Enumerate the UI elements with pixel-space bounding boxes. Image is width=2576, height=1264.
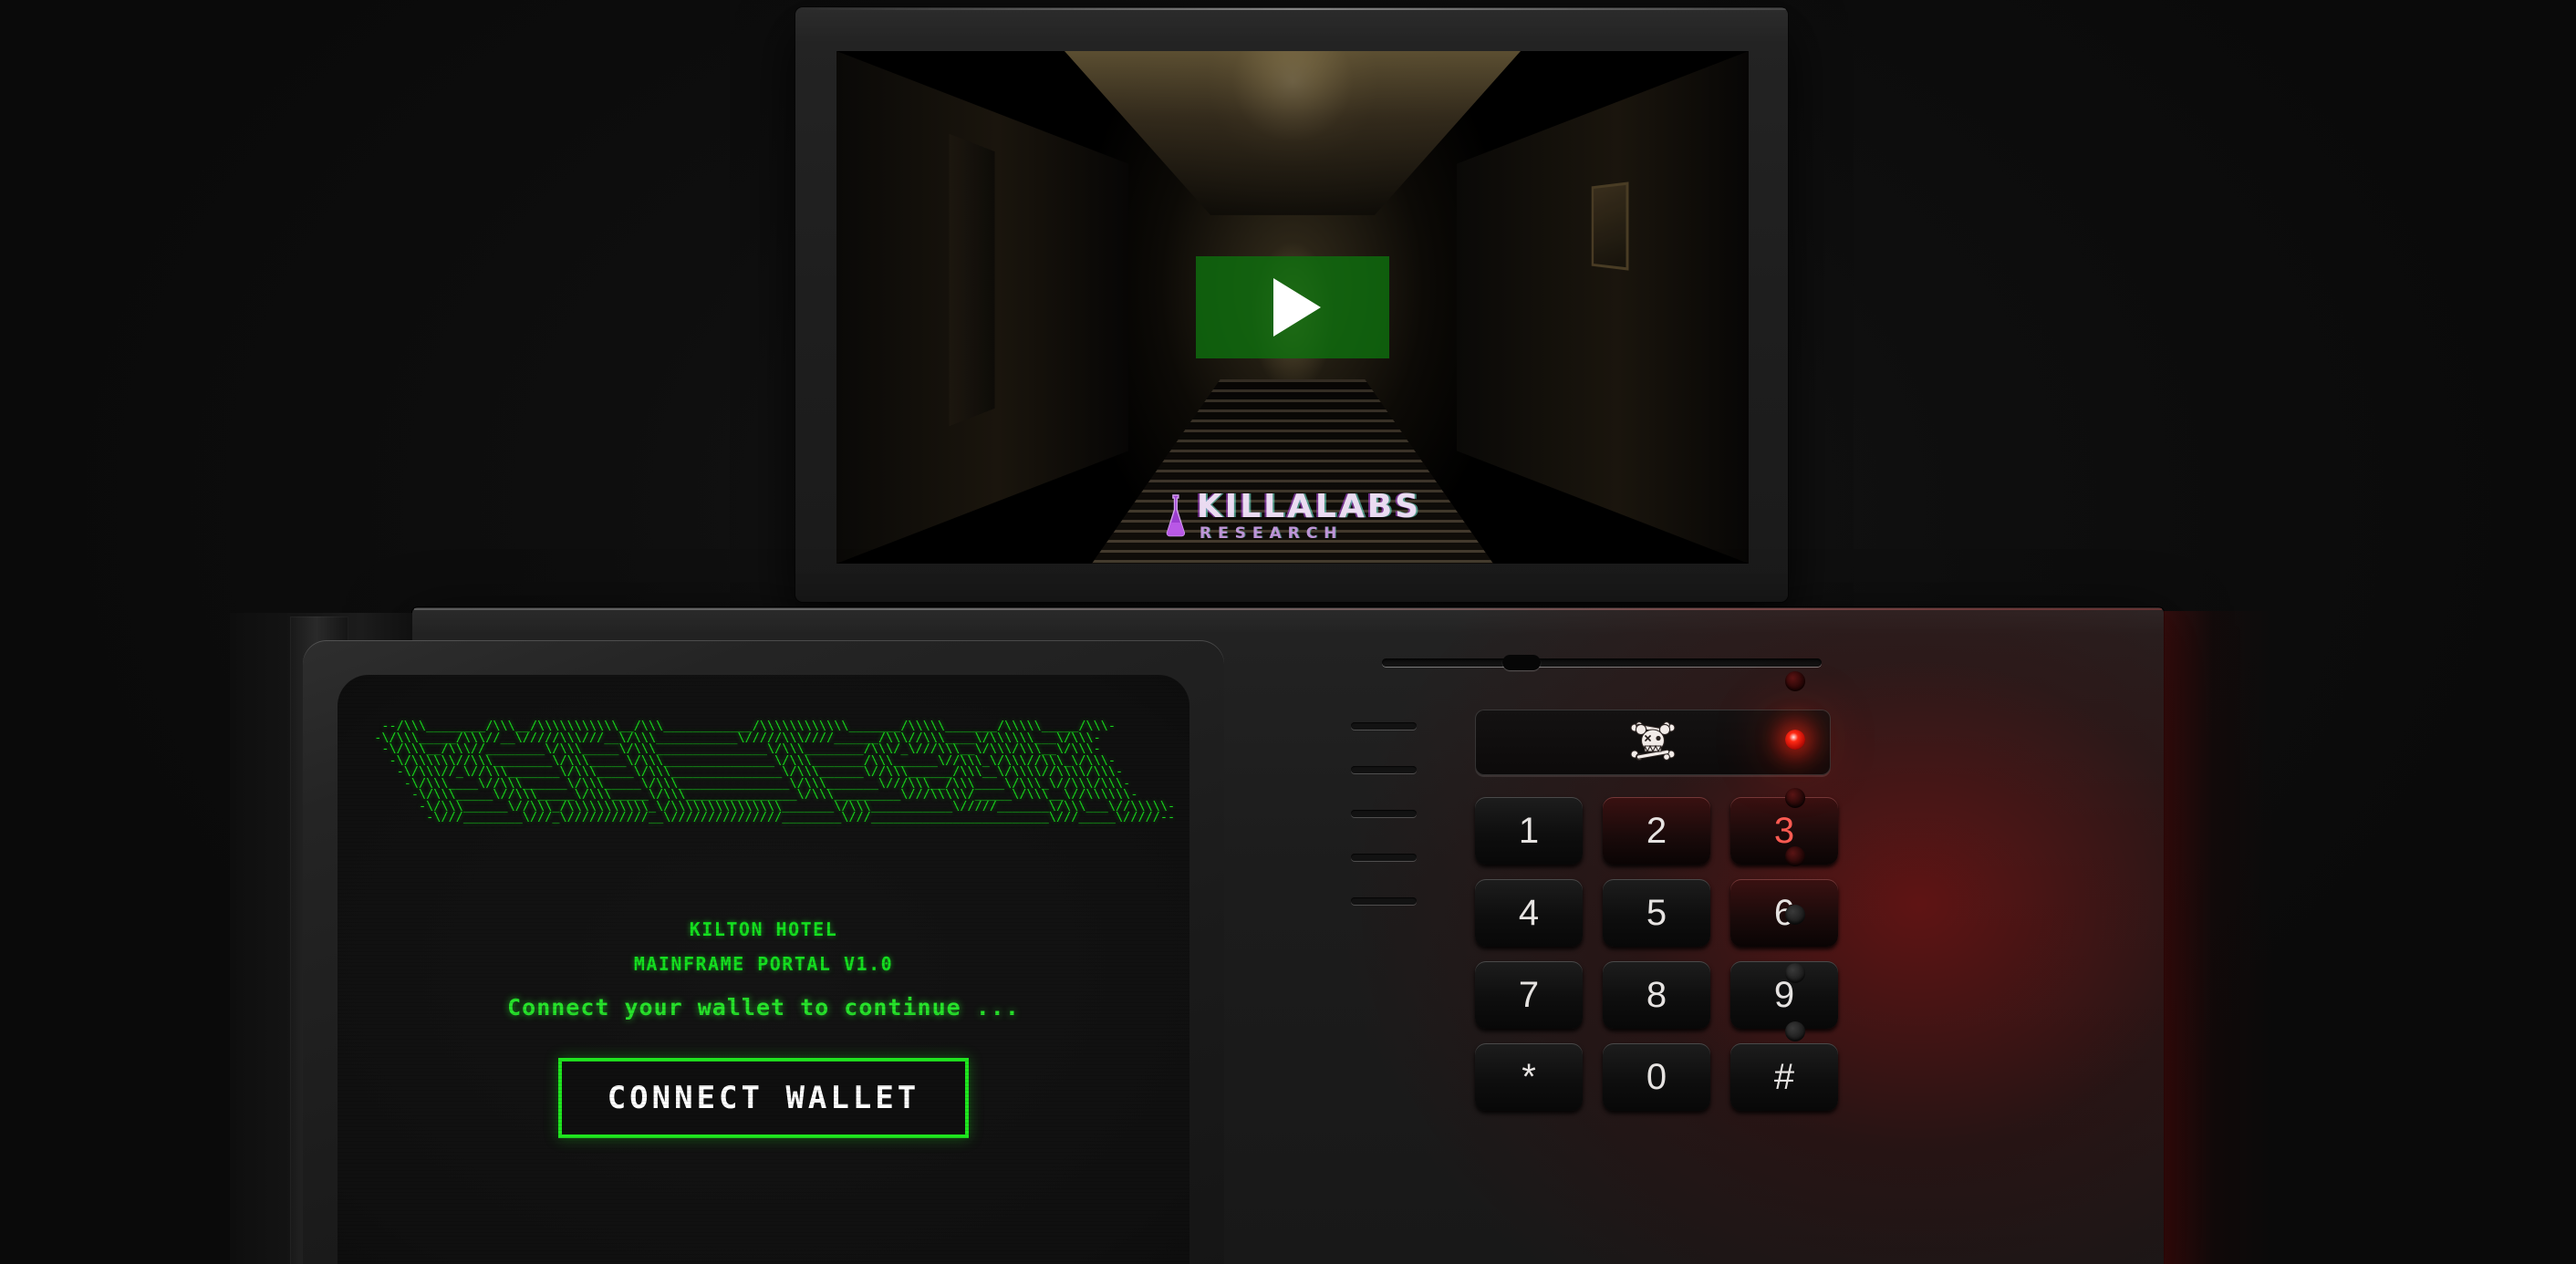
hallway-ceiling — [1065, 51, 1521, 215]
terminal-line-hotel-name: KILTON HOTEL — [689, 918, 838, 940]
killalabs-text: KILLALABS RESEARCH — [1197, 491, 1421, 542]
console-rail-right-glow — [2164, 611, 2273, 1264]
led-indicator-6 — [1785, 963, 1805, 983]
skull-crossbones-icon — [1630, 721, 1676, 761]
led-indicator-column — [1785, 671, 1805, 1041]
killalabs-watermark: KILLALABS RESEARCH — [1164, 491, 1421, 542]
keypad-display — [1475, 710, 1831, 775]
keypad-key-hash[interactable]: # — [1730, 1043, 1838, 1111]
side-dash-marks — [1351, 722, 1417, 905]
ascii-art-banner: --/\\\________/\\\__/\\\\\\\\\\\__/\\\__… — [374, 719, 1176, 824]
killalabs-main-label: KILLALABS — [1196, 488, 1422, 525]
terminal-line-portal-version: MAINFRAME PORTAL V1.0 — [633, 953, 894, 975]
hallway-door — [949, 133, 995, 427]
terminal-system-lines: KILTON HOTEL MAINFRAME PORTAL V1.0 — [338, 912, 1189, 981]
flask-icon — [1164, 493, 1188, 539]
keypad-key-2[interactable]: 2 — [1603, 797, 1710, 865]
keypad-cluster: 1 2 3 4 5 6 7 8 9 * 0 # — [1351, 635, 1885, 1264]
terminal-prompt: Connect your wallet to continue ... — [507, 994, 1020, 1021]
killalabs-sub-label: RESEARCH — [1199, 524, 1344, 543]
keypad-key-9[interactable]: 9 — [1730, 961, 1838, 1029]
led-indicator-3 — [1785, 788, 1805, 808]
volume-slider-track[interactable] — [1382, 658, 1822, 667]
led-indicator-5 — [1785, 905, 1805, 925]
keypad-key-7[interactable]: 7 — [1475, 961, 1583, 1029]
keypad-key-6[interactable]: 6 — [1730, 879, 1838, 947]
keypad-key-1[interactable]: 1 — [1475, 797, 1583, 865]
video-player: KILLALABS RESEARCH — [795, 7, 1788, 602]
dash-mark — [1351, 766, 1417, 773]
dash-mark — [1351, 854, 1417, 861]
console-panel: --/\\\________/\\\__/\\\\\\\\\\\__/\\\__… — [230, 607, 2273, 1264]
dash-mark — [1351, 810, 1417, 817]
keypad-key-star[interactable]: * — [1475, 1043, 1583, 1111]
video-screen[interactable]: KILLALABS RESEARCH — [836, 51, 1749, 564]
hallway-picture-frame — [1591, 181, 1629, 271]
app-root: KILLALABS RESEARCH --/\\\________/\\\__/… — [0, 0, 2576, 1264]
led-indicator-4 — [1785, 846, 1805, 866]
led-indicator-1 — [1785, 671, 1805, 691]
keypad-key-8[interactable]: 8 — [1603, 961, 1710, 1029]
keypad-key-0[interactable]: 0 — [1603, 1043, 1710, 1111]
led-indicator-2 — [1785, 730, 1805, 750]
play-icon — [1273, 278, 1321, 337]
connect-wallet-label: CONNECT WALLET — [607, 1080, 920, 1116]
keypad-key-5[interactable]: 5 — [1603, 879, 1710, 947]
volume-slider-knob[interactable] — [1502, 655, 1541, 670]
led-indicator-7 — [1785, 1021, 1805, 1041]
keypad-keys: 1 2 3 4 5 6 7 8 9 * 0 # — [1475, 797, 1838, 1111]
dash-mark — [1351, 897, 1417, 905]
hallway-wall-right — [1457, 51, 1749, 564]
play-button[interactable] — [1196, 256, 1389, 358]
crt-screen: --/\\\________/\\\__/\\\\\\\\\\\__/\\\__… — [338, 675, 1189, 1264]
keypad-key-3[interactable]: 3 — [1730, 797, 1838, 865]
connect-wallet-button[interactable]: CONNECT WALLET — [558, 1058, 969, 1138]
dash-mark — [1351, 722, 1417, 730]
keypad-key-4[interactable]: 4 — [1475, 879, 1583, 947]
crt-bezel: --/\\\________/\\\__/\\\\\\\\\\\__/\\\__… — [303, 640, 1224, 1264]
